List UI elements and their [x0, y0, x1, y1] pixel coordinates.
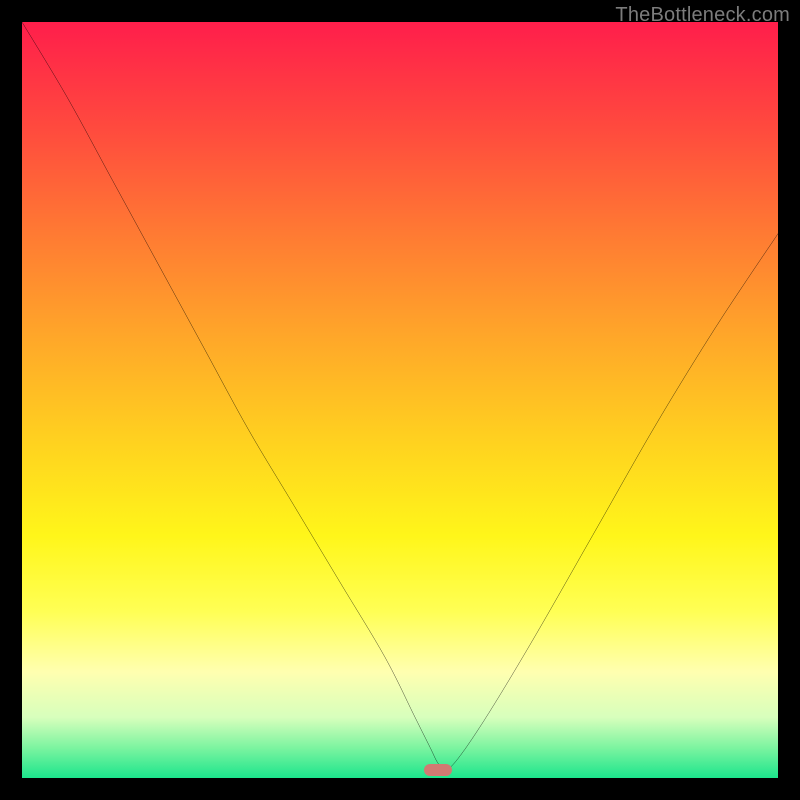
watermark-text: TheBottleneck.com [615, 4, 790, 27]
chart-plot-area [22, 22, 778, 778]
optimum-marker [424, 764, 452, 776]
chart-frame: TheBottleneck.com [0, 0, 800, 800]
bottleneck-curve [22, 22, 778, 778]
